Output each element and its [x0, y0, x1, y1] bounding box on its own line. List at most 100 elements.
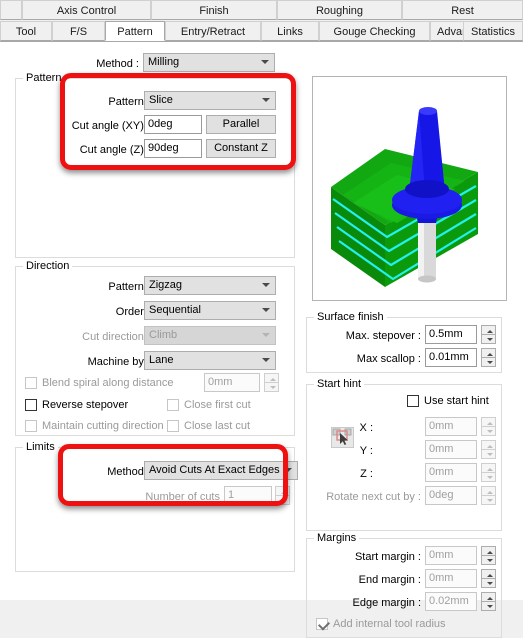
tab-finish[interactable]: Finish [151, 0, 277, 20]
limits-method-combo[interactable]: Avoid Cuts At Exact Edges [144, 461, 298, 480]
checkbox-box [167, 399, 179, 411]
edge-margin-stepper[interactable] [481, 592, 496, 611]
max-scallop-label: Max scallop : [356, 353, 421, 365]
limits-group-caption: Limits [23, 441, 58, 453]
tab-pattern-label: Pattern [117, 26, 153, 38]
start-hint-z-label: Z : [360, 468, 373, 480]
direction-group: Direction Pattern : Zigzag Order : Seque… [15, 260, 295, 436]
end-margin-stepper[interactable] [481, 569, 496, 588]
stepper-down-icon [481, 449, 496, 459]
chevron-down-icon [262, 358, 270, 363]
cut-angle-z-input[interactable]: 90deg [144, 139, 202, 158]
checkbox-box [167, 420, 179, 432]
end-margin-label: End margin : [358, 574, 421, 586]
tab-links[interactable]: Links [261, 21, 319, 41]
tab-gouge-checking[interactable]: Gouge Checking [319, 21, 430, 41]
blend-spiral-label: Blend spiral along distance [42, 377, 174, 389]
cut-direction-value: Climb [149, 329, 178, 341]
start-margin-input[interactable]: 0mm [425, 546, 477, 565]
toolpath-preview [312, 76, 507, 301]
chevron-down-icon [262, 98, 270, 103]
machine-by-combo[interactable]: Lane [144, 351, 276, 370]
pattern-group: Pattern Pattern : Slice Cut angle (XY) :… [15, 72, 295, 258]
blend-spiral-input: 0mm [204, 373, 260, 392]
direction-order-value: Sequential [149, 304, 201, 316]
tab-axis-control[interactable]: Axis Control [22, 0, 151, 20]
start-margin-stepper[interactable] [481, 546, 496, 565]
stepper-down-icon[interactable] [481, 555, 496, 565]
machine-by-label: Machine by : [87, 356, 150, 368]
end-margin-input[interactable]: 0mm [425, 569, 477, 588]
start-hint-y-stepper [481, 440, 496, 459]
checkbox-box [25, 377, 37, 389]
surface-finish-group-caption: Surface finish [314, 311, 387, 323]
stepper-down-icon[interactable] [481, 578, 496, 588]
constant-z-button[interactable]: Constant Z [206, 139, 276, 158]
chevron-down-icon [262, 308, 270, 313]
chevron-down-icon [284, 468, 292, 473]
tab-roughing-label: Roughing [315, 5, 364, 17]
direction-pattern-combo[interactable]: Zigzag [144, 276, 276, 295]
surface-finish-group: Surface finish Max. stepover : 0.5mm Max… [306, 311, 502, 373]
cut-angle-xy-input[interactable]: 0deg [144, 115, 202, 134]
stepper-down-icon [264, 382, 279, 392]
method-combo-value: Milling [148, 56, 180, 68]
max-scallop-input[interactable]: 0.01mm [425, 348, 477, 367]
chevron-down-icon [261, 60, 269, 65]
method-label: Method : [96, 58, 139, 70]
limits-group: Limits Method : Avoid Cuts At Exact Edge… [15, 441, 298, 572]
tab-rest[interactable]: Rest [402, 0, 523, 20]
direction-pattern-label: Pattern : [108, 281, 150, 293]
stepper-down-icon[interactable] [481, 357, 496, 367]
tab-gouge-checking-label: Gouge Checking [333, 26, 416, 38]
tab-statistics[interactable]: Statistics [463, 21, 523, 41]
start-hint-y-input: 0mm [425, 440, 477, 459]
margins-group-caption: Margins [314, 532, 360, 544]
chevron-down-icon [262, 283, 270, 288]
pattern-pattern-combo[interactable]: Slice [144, 91, 276, 110]
tab-tool[interactable]: Tool [0, 21, 52, 41]
start-hint-group-caption: Start hint [314, 378, 365, 390]
tab-entry-retract[interactable]: Entry/Retract [165, 21, 261, 41]
tab-axis-control-label: Axis Control [56, 5, 117, 17]
tab-roughing[interactable]: Roughing [277, 0, 402, 20]
max-stepover-stepper[interactable] [481, 325, 496, 344]
toolpath-preview-graphic [331, 107, 478, 287]
tab-tool-label: Tool [15, 26, 37, 38]
close-last-cut-label: Close last cut [184, 420, 251, 432]
stepper-down-icon [275, 495, 290, 505]
tab-statistics-label: Statistics [470, 26, 515, 38]
number-of-cuts-label: Number of cuts [145, 491, 220, 503]
parallel-button[interactable]: Parallel [206, 115, 276, 134]
number-of-cuts-stepper [275, 486, 290, 505]
max-scallop-stepper[interactable] [481, 348, 496, 367]
start-hint-y-label: Y : [359, 445, 373, 457]
machine-by-value: Lane [149, 354, 174, 366]
max-stepover-input[interactable]: 0.5mm [425, 325, 477, 344]
cut-angle-z-label: Cut angle (Z) : [79, 144, 150, 156]
stepper-down-icon[interactable] [481, 601, 496, 611]
tab-fs[interactable]: F/S [52, 21, 105, 41]
edge-margin-input[interactable]: 0.02mm [425, 592, 477, 611]
tab-row-secondary: Tool F/S Pattern Entry/Retract Links Gou… [0, 21, 523, 42]
direction-order-combo[interactable]: Sequential [144, 301, 276, 320]
start-hint-z-input: 0mm [425, 463, 477, 482]
tab-pattern[interactable]: Pattern [105, 21, 165, 41]
start-hint-x-input: 0mm [425, 417, 477, 436]
checkbox-box [316, 618, 331, 631]
checkbox-box [25, 420, 37, 432]
method-combo[interactable]: Milling [143, 53, 275, 72]
stepper-down-icon [481, 426, 496, 436]
rotate-next-cut-label: Rotate next cut by : [326, 491, 421, 503]
direction-group-caption: Direction [23, 260, 73, 272]
direction-pattern-value: Zigzag [149, 279, 183, 291]
edge-margin-label: Edge margin : [352, 597, 421, 609]
number-of-cuts-input: 1 [224, 486, 272, 505]
pattern-page: Method : Milling Pattern Pattern : Slice… [0, 42, 523, 638]
start-hint-z-stepper [481, 463, 496, 482]
maintain-cutting-direction-label: Maintain cutting direction [42, 420, 164, 432]
stepper-down-icon[interactable] [481, 334, 496, 344]
use-start-hint-label: Use start hint [424, 395, 489, 407]
tab-spacer [0, 0, 22, 20]
limits-method-value: Avoid Cuts At Exact Edges [149, 464, 280, 476]
